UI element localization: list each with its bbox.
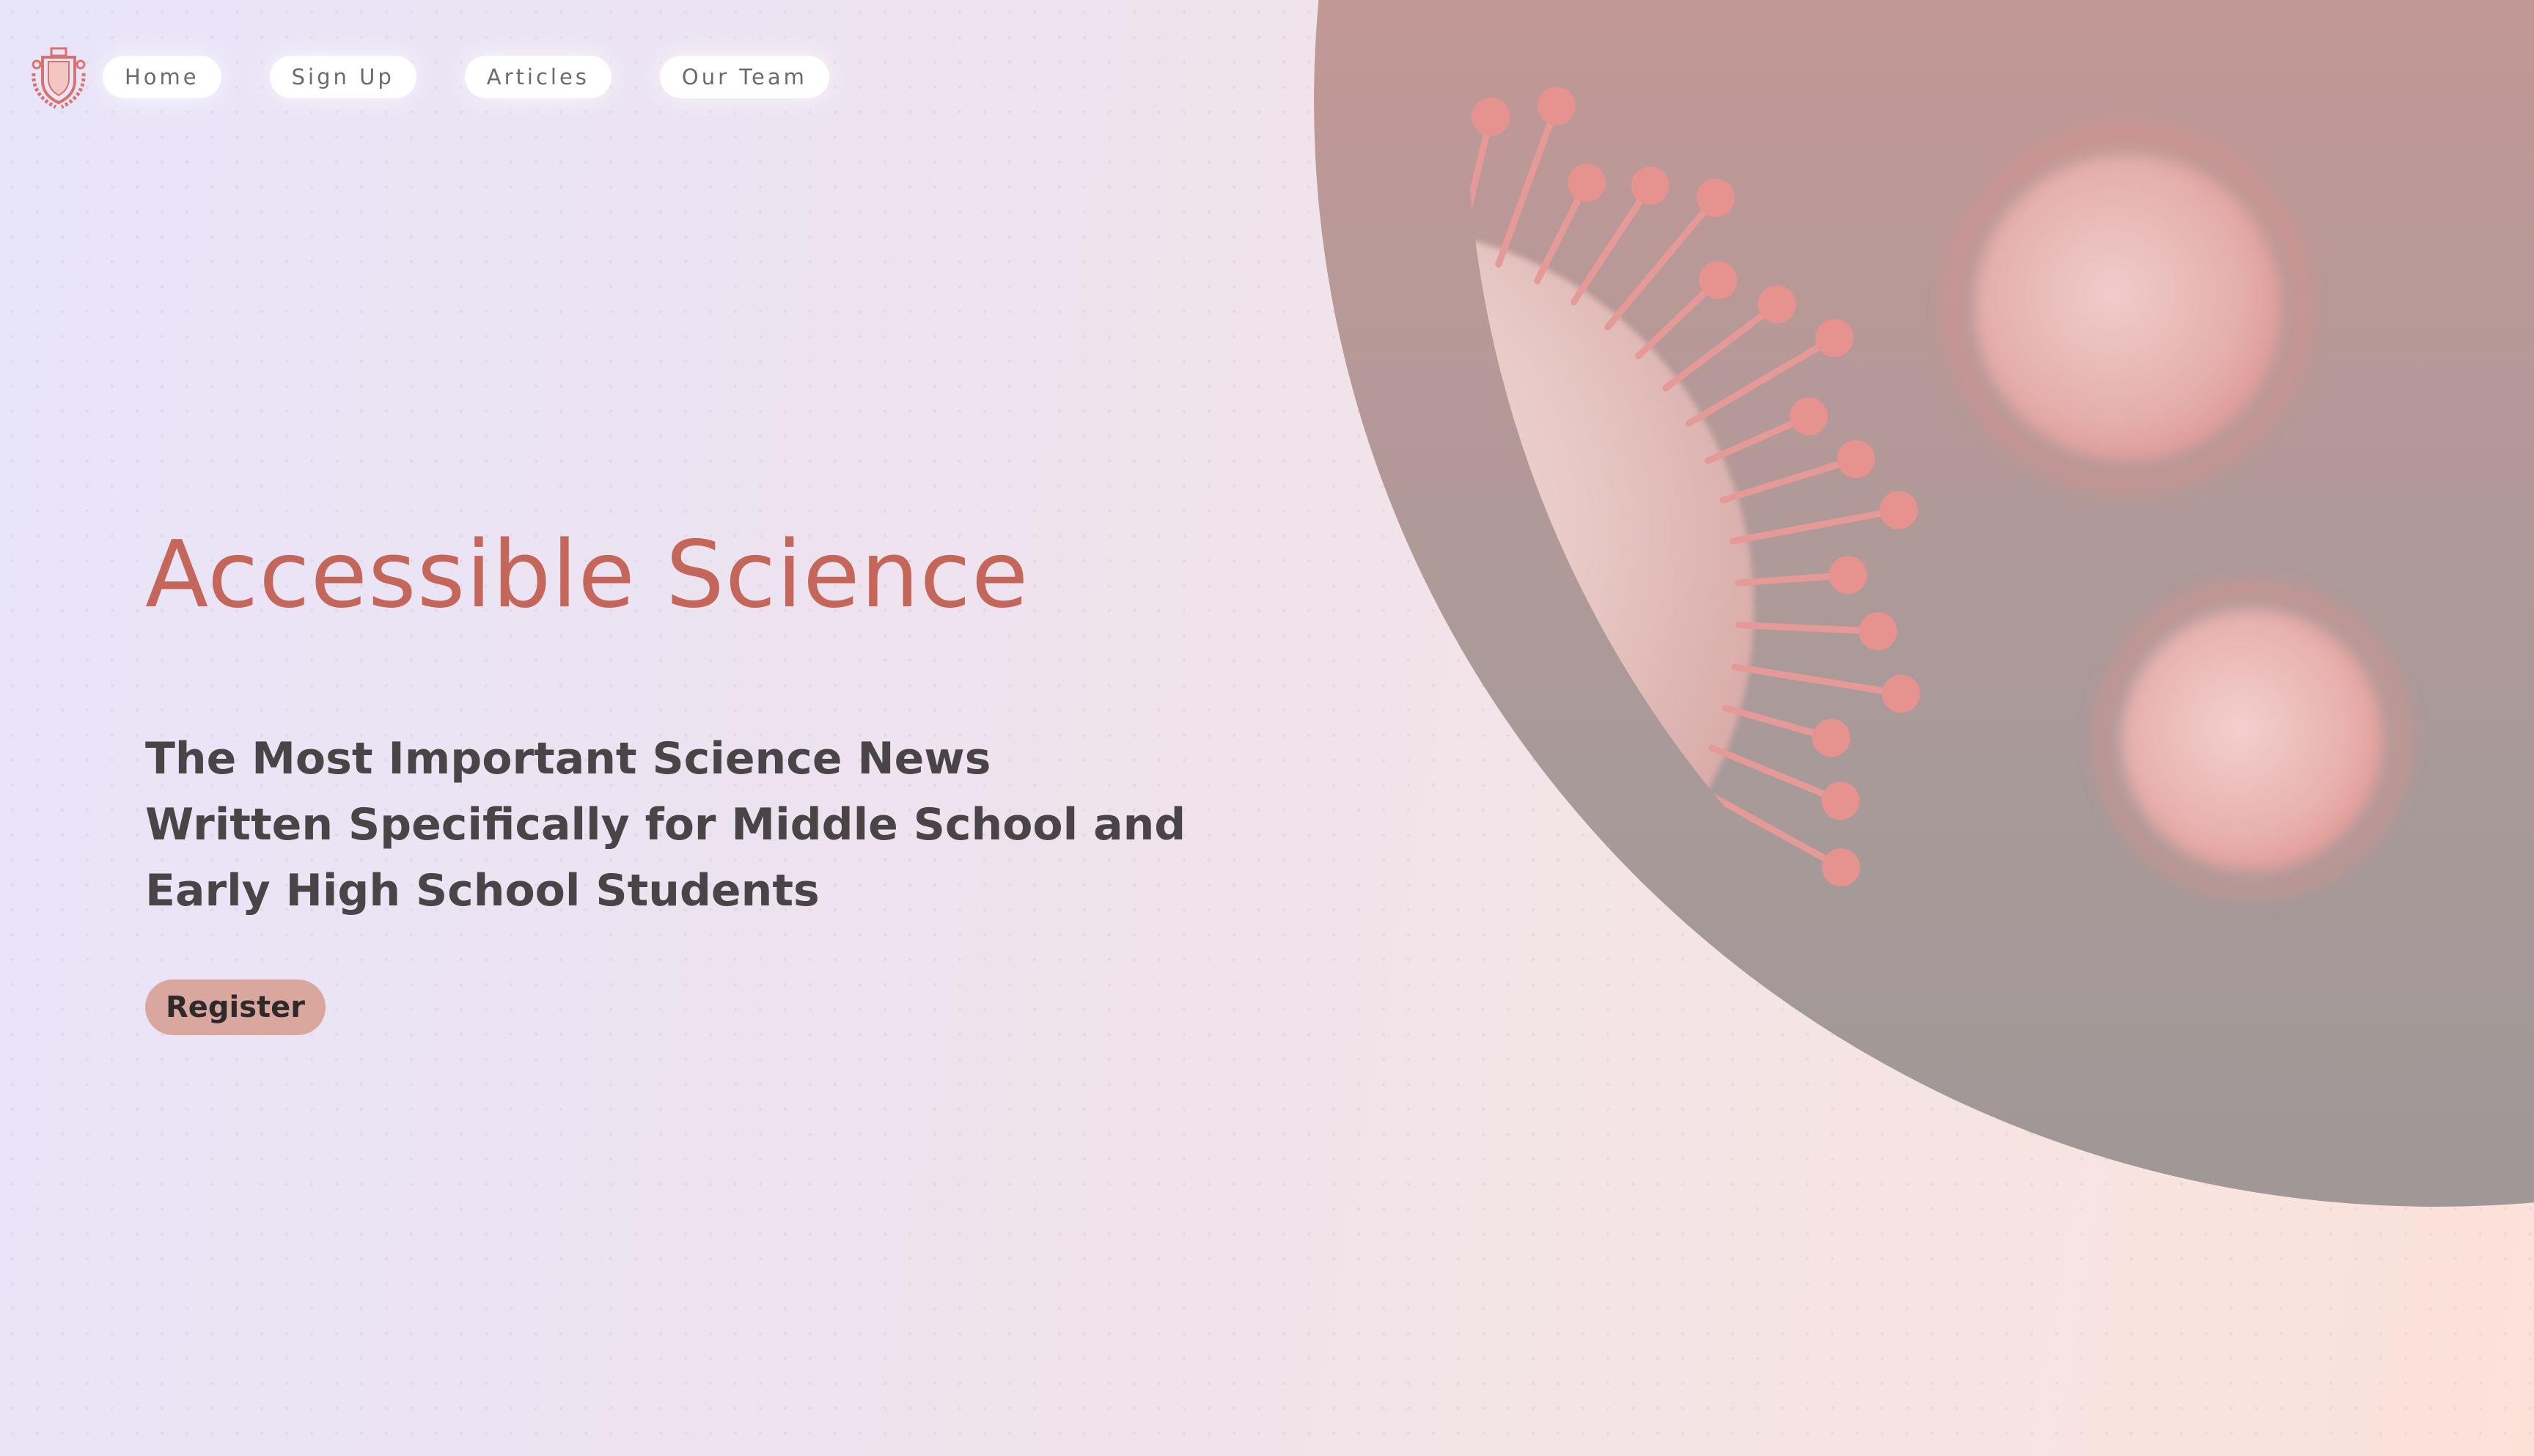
virus-spike-tip — [1706, 991, 1745, 1030]
register-button[interactable]: Register — [145, 979, 326, 1035]
virus-spike — [1426, 971, 1447, 1109]
virus-spike-tip — [1815, 318, 1854, 357]
virus-spike — [1495, 102, 1560, 268]
virus-spike — [1667, 818, 1764, 889]
shield-crest-logo-icon[interactable] — [28, 44, 89, 110]
virus-illustration — [1411, 87, 2412, 1128]
virus-spike — [1466, 959, 1499, 1073]
virus-spike-tip — [1821, 782, 1860, 820]
virus-spike-tip — [1472, 98, 1510, 136]
nav-link-sign-up[interactable]: Sign Up — [269, 56, 416, 98]
virus-spike-tip — [1625, 981, 1664, 1020]
nav-link-home[interactable]: Home — [103, 56, 221, 98]
virus-spike-tip — [1789, 397, 1828, 435]
virus-spike-tip — [1812, 718, 1851, 757]
virus-spike — [1417, 136, 1430, 245]
nav-link-our-team[interactable]: Our Team — [659, 56, 829, 98]
virus-spike-tip — [1411, 117, 1449, 155]
top-navigation: Home Sign Up Articles Our Team — [103, 56, 829, 98]
virus-spike-tip — [1567, 163, 1606, 202]
virus-spike-tip — [1859, 612, 1898, 651]
virus-spike — [1504, 946, 1573, 1110]
virus-spike-tip — [1699, 261, 1738, 300]
virus-spike-tip — [1758, 285, 1796, 324]
virus-spike — [1570, 182, 1654, 306]
page: Home Sign Up Articles Our Team Accessibl… — [0, 0, 2534, 1456]
hero-subtitle: The Most Important Science News Written … — [145, 733, 1186, 916]
virus-spike — [1690, 782, 1845, 871]
page-title: Accessible Science — [145, 521, 1029, 628]
virus-spike-tip — [1741, 866, 1780, 905]
virus-spike-tip — [1821, 848, 1860, 887]
virus-spike-tip — [1829, 556, 1868, 595]
virus-spike — [1604, 194, 1719, 331]
virus-spike — [1641, 850, 1752, 952]
virus-spike — [1611, 880, 1730, 1014]
virus-spike-tip — [1592, 1035, 1631, 1074]
virus-spike-tip — [1696, 178, 1735, 217]
virus-spike-tip — [1427, 1090, 1465, 1128]
virus-spike-tip — [1728, 928, 1767, 967]
virus-spike — [1731, 663, 1905, 697]
virus-spike — [1719, 455, 1859, 504]
virus-spike — [1735, 621, 1881, 635]
virus-spike — [1729, 507, 1903, 545]
nav-link-articles[interactable]: Articles — [464, 56, 612, 98]
virus-spike-tip — [1476, 1050, 1515, 1089]
virus-spike-tip — [1537, 87, 1576, 125]
virus-spike-tip — [1881, 674, 1920, 713]
virus-spike — [1708, 744, 1844, 804]
virus-spike — [1466, 113, 1494, 256]
virus-spike — [1578, 906, 1648, 1004]
virus-spike-tip — [1837, 440, 1876, 479]
virus-spike-tip — [1631, 166, 1670, 205]
virus-spike-tip — [1549, 1087, 1588, 1126]
virus-spike — [1542, 928, 1615, 1059]
virus-spike-tip — [1879, 490, 1918, 529]
